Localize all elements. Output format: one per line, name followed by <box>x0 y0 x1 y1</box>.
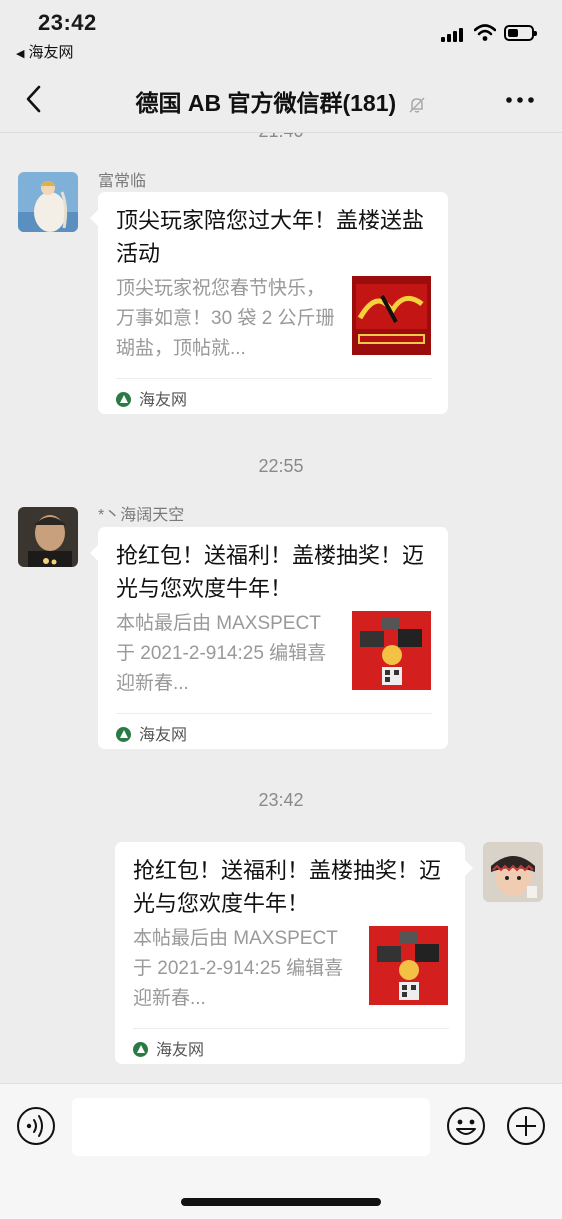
card-source: 海友网 <box>116 386 187 410</box>
battery-icon <box>504 25 537 41</box>
card-divider <box>116 713 432 714</box>
card-source: 海友网 <box>116 721 187 745</box>
card-source-label: 海友网 <box>156 1042 205 1059</box>
input-bar <box>0 1083 562 1219</box>
card-description: 顶尖玩家祝您春节快乐，万事如意！30 袋 2 公斤珊瑚盐，顶帖就... <box>116 278 335 359</box>
timestamp: 21:40 <box>0 133 562 142</box>
sender-name: *丶海阔天空 <box>98 507 185 524</box>
timestamp: 22:55 <box>258 456 304 476</box>
home-indicator <box>181 1198 381 1206</box>
back-to-app-link[interactable]: ◀ 海友网 <box>16 41 73 62</box>
source-icon <box>116 392 131 407</box>
back-triangle-icon: ◀ <box>16 48 25 60</box>
card-divider <box>133 1028 449 1029</box>
sender-name: 富常临 <box>98 173 147 190</box>
source-icon <box>116 727 131 742</box>
message-input[interactable] <box>72 1098 430 1156</box>
bell-off-icon <box>409 97 425 113</box>
source-icon <box>133 1042 148 1057</box>
voice-icon[interactable] <box>16 1106 56 1146</box>
avatar[interactable] <box>483 842 543 902</box>
card-title: 抢红包！送福利！盖楼抽奖！迈光与您欢度牛年！ <box>116 543 425 601</box>
plus-icon[interactable] <box>506 1106 546 1146</box>
chat-title-text: 德国 AB 官方微信群(181) <box>135 90 397 116</box>
card-divider <box>116 378 432 379</box>
avatar[interactable] <box>18 507 78 567</box>
card-title: 抢红包！送福利！盖楼抽奖！迈光与您欢度牛年！ <box>133 858 442 916</box>
wifi-icon <box>474 24 496 41</box>
link-card[interactable]: 抢红包！送福利！盖楼抽奖！迈光与您欢度牛年！ 本帖最后由 MAXSPECT 于 … <box>115 842 473 1064</box>
nav-bar: 德国 AB 官方微信群(181) <box>0 70 562 133</box>
status-bar: 23:42 ◀ 海友网 <box>0 0 562 70</box>
back-app-label: 海友网 <box>28 44 74 61</box>
timestamp: 23:42 <box>258 790 304 810</box>
avatar[interactable] <box>18 172 78 232</box>
card-thumbnail <box>352 611 431 690</box>
chat-area[interactable]: 21:40 富常临 顶尖玩家陪您过大年！盖楼送盐活动 顶尖玩家祝您春节快乐，万事… <box>0 133 562 1083</box>
more-icon[interactable] <box>504 90 536 110</box>
card-source-label: 海友网 <box>139 392 188 409</box>
card-description: 本帖最后由 MAXSPECT 于 2021-2-914:25 编辑喜迎新春... <box>133 928 344 1009</box>
card-description: 本帖最后由 MAXSPECT 于 2021-2-914:25 编辑喜迎新春... <box>116 613 327 694</box>
link-card[interactable]: 顶尖玩家陪您过大年！盖楼送盐活动 顶尖玩家祝您春节快乐，万事如意！30 袋 2 … <box>90 192 448 414</box>
card-source-label: 海友网 <box>139 727 188 744</box>
status-time: 23:42 <box>38 10 97 35</box>
cellular-signal-icon <box>441 26 467 42</box>
card-thumbnail <box>369 926 448 1005</box>
card-source: 海友网 <box>133 1036 204 1060</box>
link-card[interactable]: 抢红包！送福利！盖楼抽奖！迈光与您欢度牛年！ 本帖最后由 MAXSPECT 于 … <box>90 527 448 749</box>
card-title: 顶尖玩家陪您过大年！盖楼送盐活动 <box>116 208 425 266</box>
emoji-icon[interactable] <box>446 1106 486 1146</box>
card-thumbnail <box>352 276 431 355</box>
chat-title: 德国 AB 官方微信群(181) <box>0 84 562 118</box>
